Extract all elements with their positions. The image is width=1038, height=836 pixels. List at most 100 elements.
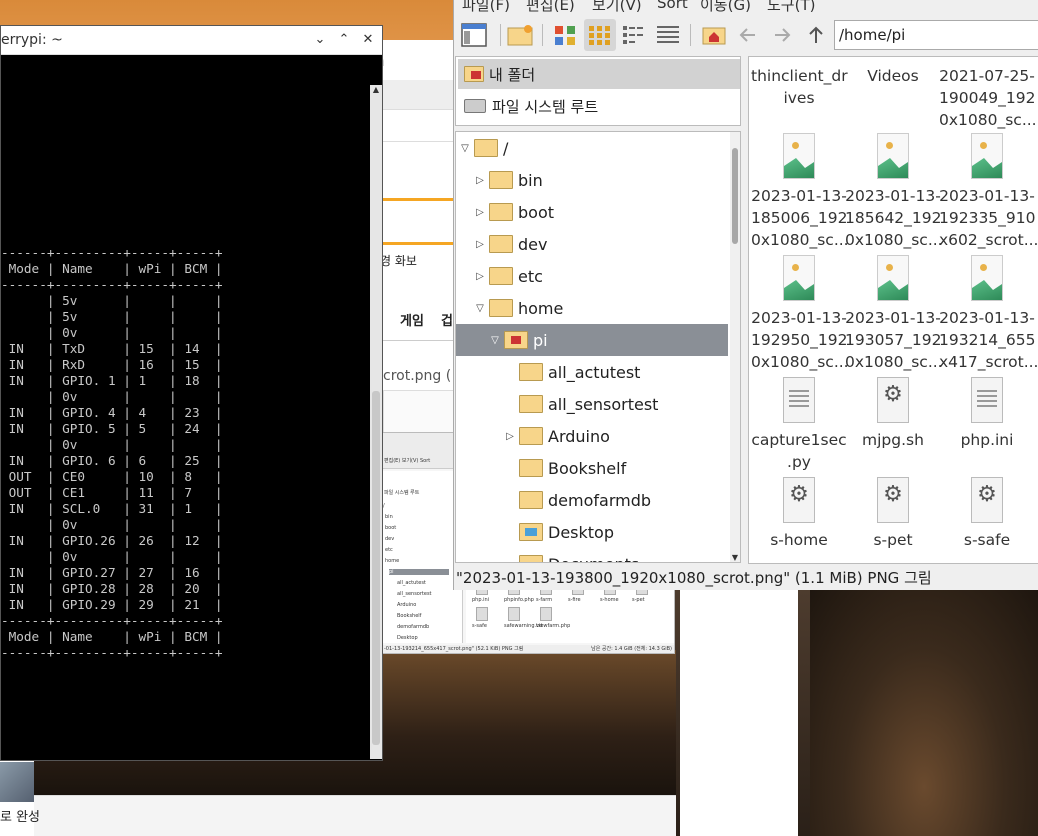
home-icon[interactable] bbox=[698, 19, 730, 51]
file-item[interactable]: Videos bbox=[845, 65, 941, 87]
terminal-scrollbar[interactable]: ▲ bbox=[370, 85, 382, 759]
file-item[interactable]: 2023-01-13- 192950_192 0x1080_sc... bbox=[751, 255, 849, 373]
tree-item[interactable]: Documents bbox=[456, 548, 728, 563]
folder-icon bbox=[504, 331, 528, 349]
place-home[interactable]: 내 폴더 bbox=[458, 59, 740, 89]
file-item[interactable]: mjpg.sh bbox=[845, 377, 941, 451]
place-filesystem-root[interactable]: 파일 시스템 루트 bbox=[458, 91, 740, 121]
menu-sort[interactable]: Sort bbox=[657, 0, 688, 12]
folder-icon bbox=[519, 523, 543, 541]
expander-icon[interactable]: ▽ bbox=[458, 143, 472, 154]
thumbnail-view-icon[interactable] bbox=[584, 19, 616, 51]
terminal-output[interactable]: ------+---------+-----+-----+ Mode | Nam… bbox=[1, 85, 369, 759]
file-item[interactable]: php.ini bbox=[939, 377, 1035, 451]
file-label: mjpg.sh bbox=[862, 431, 924, 449]
file-item[interactable]: 2023-01-13- 192335_910 x602_scrot... bbox=[939, 133, 1038, 251]
expander-icon[interactable]: ▽ bbox=[488, 335, 502, 346]
tree-item[interactable]: ▷ Arduino bbox=[456, 420, 728, 452]
compact-view-icon[interactable] bbox=[618, 19, 650, 51]
tree-item[interactable]: Bookshelf bbox=[456, 452, 728, 484]
file-label: s-safe bbox=[963, 531, 1011, 549]
folder-icon bbox=[519, 395, 543, 413]
text-file-icon bbox=[971, 377, 1003, 423]
expander-icon[interactable]: ▷ bbox=[473, 239, 487, 250]
image-file-icon bbox=[971, 255, 1003, 301]
browser-thumbnail[interactable] bbox=[0, 762, 34, 802]
tree-item[interactable]: ▽ pi bbox=[456, 324, 728, 356]
folder-icon bbox=[519, 555, 543, 562]
terminal-line: ------+---------+-----+-----+ bbox=[1, 245, 223, 260]
browser-tab-games-2[interactable]: 겁 bbox=[441, 310, 453, 329]
file-label: 2023-01-13- 192335_910 x602_scrot... bbox=[939, 187, 1038, 249]
browser-search-bar[interactable] bbox=[383, 80, 455, 110]
minimize-button[interactable]: ⌄ bbox=[310, 30, 330, 50]
expander-icon[interactable]: ▽ bbox=[473, 303, 487, 314]
file-item[interactable]: s-safe bbox=[939, 477, 1035, 551]
tree-item-label: Bookshelf bbox=[548, 458, 627, 478]
menu-tools[interactable]: 도구(T) bbox=[767, 0, 815, 14]
tree-item[interactable]: all_sensortest bbox=[456, 388, 728, 420]
tree-item[interactable]: ▷ bin bbox=[456, 164, 728, 196]
maximize-button[interactable]: ⌃ bbox=[334, 30, 354, 50]
browser-input[interactable] bbox=[383, 122, 455, 142]
list-view-icon[interactable] bbox=[652, 19, 684, 51]
terminal-scroll-thumb[interactable] bbox=[372, 391, 380, 745]
scroll-up-arrow-icon[interactable]: ▲ bbox=[371, 85, 381, 97]
tree-item[interactable]: Desktop bbox=[456, 516, 728, 548]
file-manager-window[interactable]: 파일(F) 편집(E) 보기(V) Sort 이동(G) 도구(T) /home… bbox=[453, 0, 1038, 590]
close-button[interactable]: ✕ bbox=[358, 30, 378, 50]
tree-item[interactable]: demofarmdb bbox=[456, 484, 728, 516]
expander-icon[interactable]: ▷ bbox=[473, 207, 487, 218]
terminal-window[interactable]: errypi: ~ ⌄ ⌃ ✕ ------+---------+-----+-… bbox=[0, 25, 383, 761]
icon-view-icon[interactable] bbox=[550, 19, 582, 51]
file-item[interactable]: 2023-01-13- 193214_655 x417_scrot... bbox=[939, 255, 1038, 373]
menu-view[interactable]: 보기(V) bbox=[592, 0, 642, 14]
expander-icon[interactable]: ▷ bbox=[503, 431, 517, 442]
up-arrow-icon[interactable] bbox=[800, 19, 832, 51]
terminal-line: Mode | Name | wPi | BCM | bbox=[1, 629, 223, 644]
tree-scrollbar[interactable]: ▼ bbox=[730, 132, 740, 562]
terminal-line: | 0v | | | bbox=[1, 389, 223, 404]
tree-item[interactable]: ▽ / bbox=[456, 132, 728, 164]
file-item[interactable]: capture1sec .py bbox=[751, 377, 847, 473]
forward-arrow-icon[interactable] bbox=[766, 19, 798, 51]
file-label: s-pet bbox=[873, 531, 913, 549]
file-item[interactable]: s-pet bbox=[845, 477, 941, 551]
menu-go[interactable]: 이동(G) bbox=[700, 0, 751, 14]
browser-tab-games[interactable]: 게임 bbox=[400, 310, 424, 329]
browser-orange-line-2 bbox=[383, 242, 455, 245]
pane-splitter[interactable] bbox=[741, 56, 747, 564]
expander-icon[interactable]: ▷ bbox=[473, 175, 487, 186]
file-item[interactable]: 2021-07-25- 190049_192 0x1080_sc... bbox=[939, 65, 1037, 131]
back-arrow-icon[interactable] bbox=[732, 19, 764, 51]
file-item[interactable]: 2023-01-13- 185642_192 0x1080_sc... bbox=[845, 133, 943, 251]
mini-file-label: s-safe bbox=[472, 623, 487, 629]
menu-edit[interactable]: 편집(E) bbox=[526, 0, 575, 14]
file-view[interactable]: thinclient_dr ives Videos 2021-07-25- 1900… bbox=[748, 56, 1038, 564]
tree-item[interactable]: ▷ boot bbox=[456, 196, 728, 228]
terminal-titlebar[interactable]: errypi: ~ ⌄ ⌃ ✕ bbox=[1, 26, 382, 55]
tree-item-label: / bbox=[503, 138, 509, 158]
mini-places: 파일 시스템 루트 bbox=[384, 490, 420, 496]
directory-tree[interactable]: ▽ / ▷ bin ▷ boot ▷ dev ▷ etc ▽ home ▽ pi all_actutest a… bbox=[455, 131, 741, 563]
tree-item-label: Documents bbox=[548, 555, 639, 563]
tree-item[interactable]: ▷ etc bbox=[456, 260, 728, 292]
tree-item[interactable]: all_actutest bbox=[456, 356, 728, 388]
mini-tree-item: / bbox=[383, 503, 385, 509]
expander-icon[interactable]: ▷ bbox=[473, 271, 487, 282]
path-input[interactable]: /home/pi bbox=[834, 20, 1038, 50]
mini-file-icon bbox=[540, 607, 552, 621]
file-item[interactable]: 2023-01-13- 185006_192 0x1080_sc... bbox=[751, 133, 849, 251]
tree-scroll-thumb[interactable] bbox=[732, 148, 738, 244]
scroll-down-arrow-icon[interactable]: ▼ bbox=[730, 553, 740, 562]
new-window-icon[interactable] bbox=[458, 19, 490, 51]
browser-news-text[interactable]: 경 화보 bbox=[380, 252, 417, 269]
file-item[interactable]: thinclient_dr ives bbox=[751, 65, 848, 109]
file-item[interactable]: s-home bbox=[751, 477, 847, 551]
tree-item[interactable]: ▷ dev bbox=[456, 228, 728, 260]
file-item[interactable]: 2023-01-13- 193057_192 0x1080_sc... bbox=[845, 255, 943, 373]
tree-item[interactable]: ▽ home bbox=[456, 292, 728, 324]
file-label: thinclient_dr ives bbox=[751, 67, 848, 107]
new-folder-icon[interactable] bbox=[504, 19, 536, 51]
menu-file[interactable]: 파일(F) bbox=[462, 0, 510, 14]
